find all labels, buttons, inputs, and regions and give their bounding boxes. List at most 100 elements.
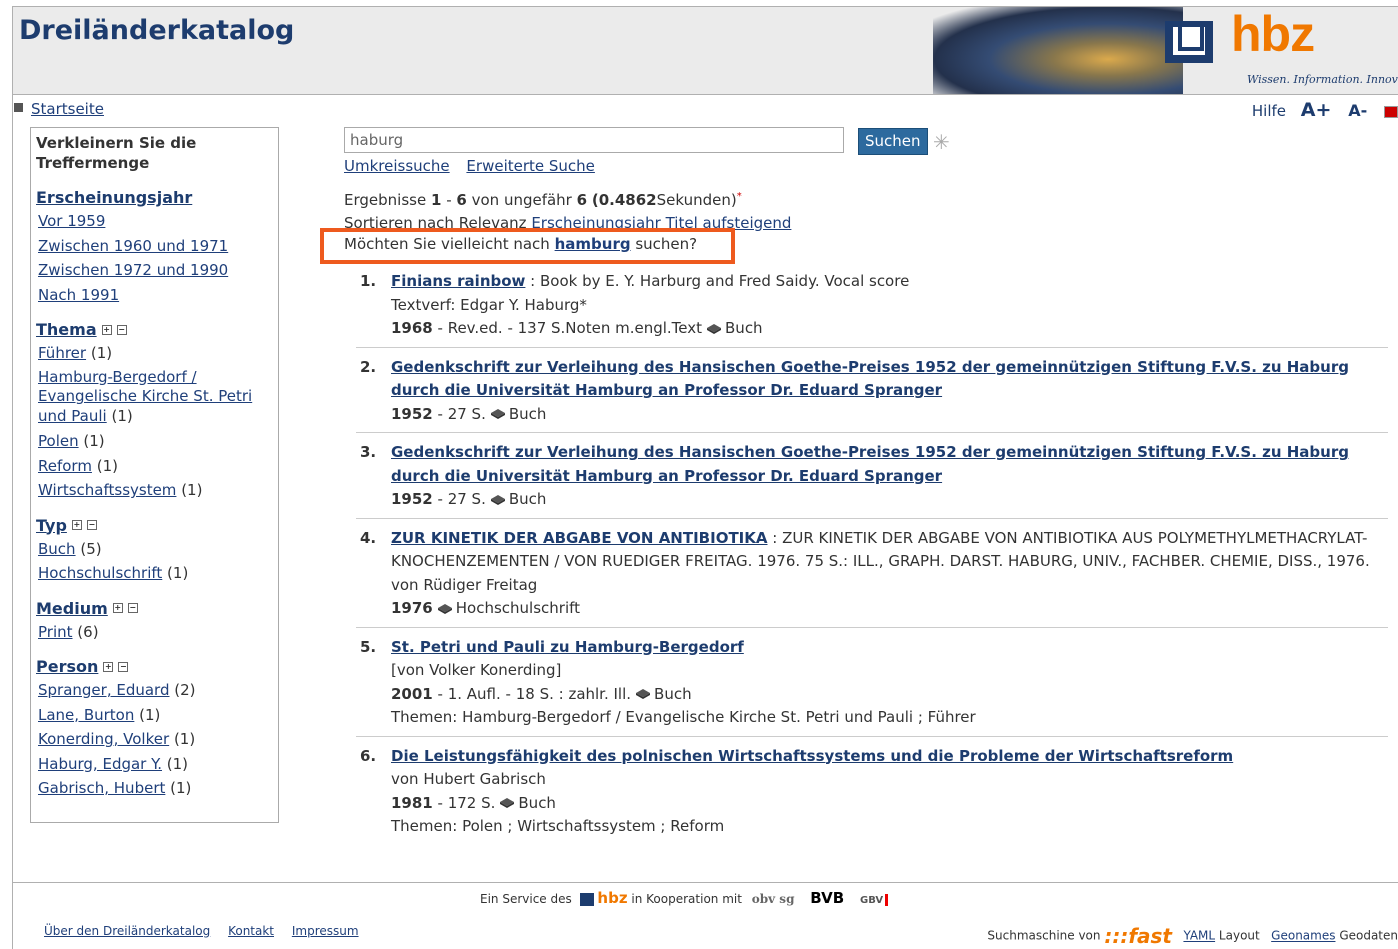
facet-thema-item[interactable]: Führer bbox=[38, 344, 86, 362]
facet-person-item[interactable]: Konerding, Volker bbox=[38, 730, 169, 748]
facet-thema-item[interactable]: Reform bbox=[38, 457, 92, 475]
facet-thema-link[interactable]: Thema bbox=[36, 320, 97, 339]
facet-thema-item[interactable]: Wirtschaftssystem bbox=[38, 481, 176, 499]
results-summary: Ergebnisse 1 - 6 von ungefähr 6 (0.4862S… bbox=[344, 191, 742, 209]
facet-person-item[interactable]: Lane, Burton bbox=[38, 706, 134, 724]
result-number: 2. bbox=[360, 357, 377, 376]
hbz-small-logo[interactable]: hbz bbox=[597, 889, 627, 907]
result-details: 2001 - 1. Aufl. - 18 S. : zahlr. Ill. Buc… bbox=[391, 683, 1388, 707]
result-author: von Hubert Gabrisch bbox=[391, 770, 546, 788]
facet-typ-item[interactable]: Buch bbox=[38, 540, 76, 558]
facet-person-heading: Person + − bbox=[36, 656, 273, 678]
result-title-link[interactable]: ZUR KINETIK DER ABGABE VON ANTIBIOTIKA bbox=[391, 529, 768, 547]
facet-medium-item[interactable]: Print bbox=[38, 623, 73, 641]
result-title-link[interactable]: Finians rainbow bbox=[391, 272, 525, 290]
facet-thema-item[interactable]: Polen bbox=[38, 432, 79, 450]
footer-link-impressum[interactable]: Impressum bbox=[292, 924, 359, 938]
facet-person-item[interactable]: Gabrisch, Hubert bbox=[38, 779, 165, 797]
font-larger-button[interactable]: A+ bbox=[1301, 99, 1332, 121]
facet-person-link[interactable]: Person bbox=[36, 657, 98, 676]
footer-link-about[interactable]: Über den Dreiländerkatalog bbox=[44, 924, 210, 938]
result-number: 6. bbox=[360, 746, 377, 765]
gbv-logo[interactable]: GBV bbox=[860, 895, 883, 906]
facet-person-item[interactable]: Spranger, Eduard bbox=[38, 681, 169, 699]
facet-year-item[interactable]: Zwischen 1960 und 1971 bbox=[38, 237, 228, 255]
collapse-icon[interactable]: − bbox=[116, 324, 127, 335]
result-title-link[interactable]: Gedenkschrift zur Verleihung des Hansisc… bbox=[391, 443, 1349, 485]
result-year: 1952 bbox=[391, 404, 433, 423]
search-button[interactable]: Suchen bbox=[858, 128, 928, 155]
results-total: 6 bbox=[576, 191, 588, 209]
english-flag-icon[interactable] bbox=[1384, 105, 1398, 118]
result-details: 1981 - 172 S. Buch bbox=[391, 792, 1388, 816]
collapse-icon[interactable]: − bbox=[86, 520, 97, 530]
bullet-icon bbox=[14, 103, 23, 112]
suchmaschine-text: Suchmaschine von bbox=[987, 928, 1101, 943]
book-icon bbox=[707, 323, 722, 334]
font-smaller-button[interactable]: A- bbox=[1348, 101, 1367, 120]
facet-person-item[interactable]: Haburg, Edgar Y. bbox=[38, 755, 162, 773]
geodaten-text: Geodaten bbox=[1339, 928, 1398, 943]
facet-count: (1) bbox=[83, 432, 105, 450]
loading-spinner-icon: ✳ bbox=[933, 130, 950, 154]
result-details: 1976 Hochschulschrift bbox=[391, 597, 1388, 621]
book-icon bbox=[490, 409, 505, 419]
facet-year-item[interactable]: Nach 1991 bbox=[38, 286, 119, 304]
result-themen: Themen: Hamburg-Bergedorf / Evangelische… bbox=[391, 708, 976, 726]
erweiterte-suche-link[interactable]: Erweiterte Suche bbox=[466, 157, 594, 175]
expand-icon[interactable]: + bbox=[71, 520, 82, 530]
facet-sidebar: Verkleinern Sie die Treffermenge Erschei… bbox=[30, 127, 279, 823]
result-type: Buch bbox=[725, 319, 763, 337]
expand-icon[interactable]: + bbox=[103, 661, 114, 672]
results-to: 6 bbox=[456, 191, 467, 209]
yaml-link[interactable]: YAML bbox=[1183, 929, 1215, 943]
facet-typ-link[interactable]: Typ bbox=[36, 516, 67, 535]
service-prefix: Ein Service des bbox=[480, 892, 572, 906]
globe-image bbox=[933, 7, 1183, 94]
startseite-link[interactable]: Startseite bbox=[31, 100, 104, 118]
results-prefix: Ergebnisse bbox=[344, 191, 427, 209]
geonames-link[interactable]: Geonames bbox=[1271, 929, 1335, 943]
result-author: von Rüdiger Freitag bbox=[391, 575, 538, 594]
facet-year-item[interactable]: Zwischen 1972 und 1990 bbox=[38, 261, 228, 279]
bvb-logo[interactable]: BVB bbox=[810, 889, 844, 907]
facet-count: (1) bbox=[181, 481, 203, 499]
collapse-icon[interactable]: − bbox=[127, 603, 138, 613]
footer-link-kontakt[interactable]: Kontakt bbox=[228, 924, 274, 938]
facet-medium-link[interactable]: Medium bbox=[36, 599, 108, 618]
facet-header: Verkleinern Sie die Treffermenge bbox=[36, 134, 197, 172]
result-title-link[interactable]: Gedenkschrift zur Verleihung des Hansisc… bbox=[391, 358, 1349, 400]
footer-divider bbox=[12, 882, 1398, 883]
search-input[interactable] bbox=[344, 127, 844, 153]
result-number: 1. bbox=[360, 272, 377, 290]
facet-year-item[interactable]: Vor 1959 bbox=[38, 212, 105, 230]
expand-icon[interactable]: + bbox=[101, 324, 112, 335]
hbz-logo-text: hbz bbox=[1231, 6, 1315, 62]
facet-count: (1) bbox=[139, 705, 161, 724]
hilfe-link[interactable]: Hilfe bbox=[1252, 102, 1286, 120]
result-title-link[interactable]: Die Leistungsfähigkeit des polnischen Wi… bbox=[391, 747, 1233, 765]
site-title: Dreiländerkatalog bbox=[19, 15, 295, 46]
facet-thema-item[interactable]: Hamburg-Bergedorf / Evangelische Kirche … bbox=[38, 368, 252, 425]
result-type: Buch bbox=[508, 490, 547, 508]
result-item: 6. Die Leistungsfähigkeit des polnischen… bbox=[356, 745, 1388, 845]
book-icon bbox=[490, 494, 505, 505]
facet-year-link[interactable]: Erscheinungsjahr bbox=[36, 188, 192, 207]
suggest-term-link[interactable]: hamburg bbox=[555, 235, 631, 253]
collapse-icon[interactable]: − bbox=[118, 661, 129, 672]
hbz-logo[interactable]: hbz Wissen. Information. Innovation. bbox=[1163, 7, 1398, 91]
result-title-link[interactable]: St. Petri und Pauli zu Hamburg-Bergedorf bbox=[391, 638, 744, 656]
facet-typ-item[interactable]: Hochschulschrift bbox=[38, 564, 162, 582]
result-item: 5. St. Petri und Pauli zu Hamburg-Berged… bbox=[356, 636, 1388, 737]
result-year: 1952 bbox=[391, 490, 433, 508]
umkreissuche-link[interactable]: Umkreissuche bbox=[344, 157, 450, 175]
suggest-suffix: suchen? bbox=[635, 235, 698, 253]
fast-logo[interactable]: :::fast bbox=[1104, 924, 1172, 948]
left-border bbox=[12, 93, 13, 949]
tool-links: Hilfe A+ A- bbox=[1252, 99, 1398, 121]
obvsg-logo[interactable]: obv sg bbox=[752, 892, 795, 906]
result-type: Buch bbox=[508, 404, 547, 423]
result-type: Hochschulschrift bbox=[455, 599, 581, 617]
facet-count: (1) bbox=[170, 779, 192, 797]
expand-icon[interactable]: + bbox=[112, 603, 123, 613]
